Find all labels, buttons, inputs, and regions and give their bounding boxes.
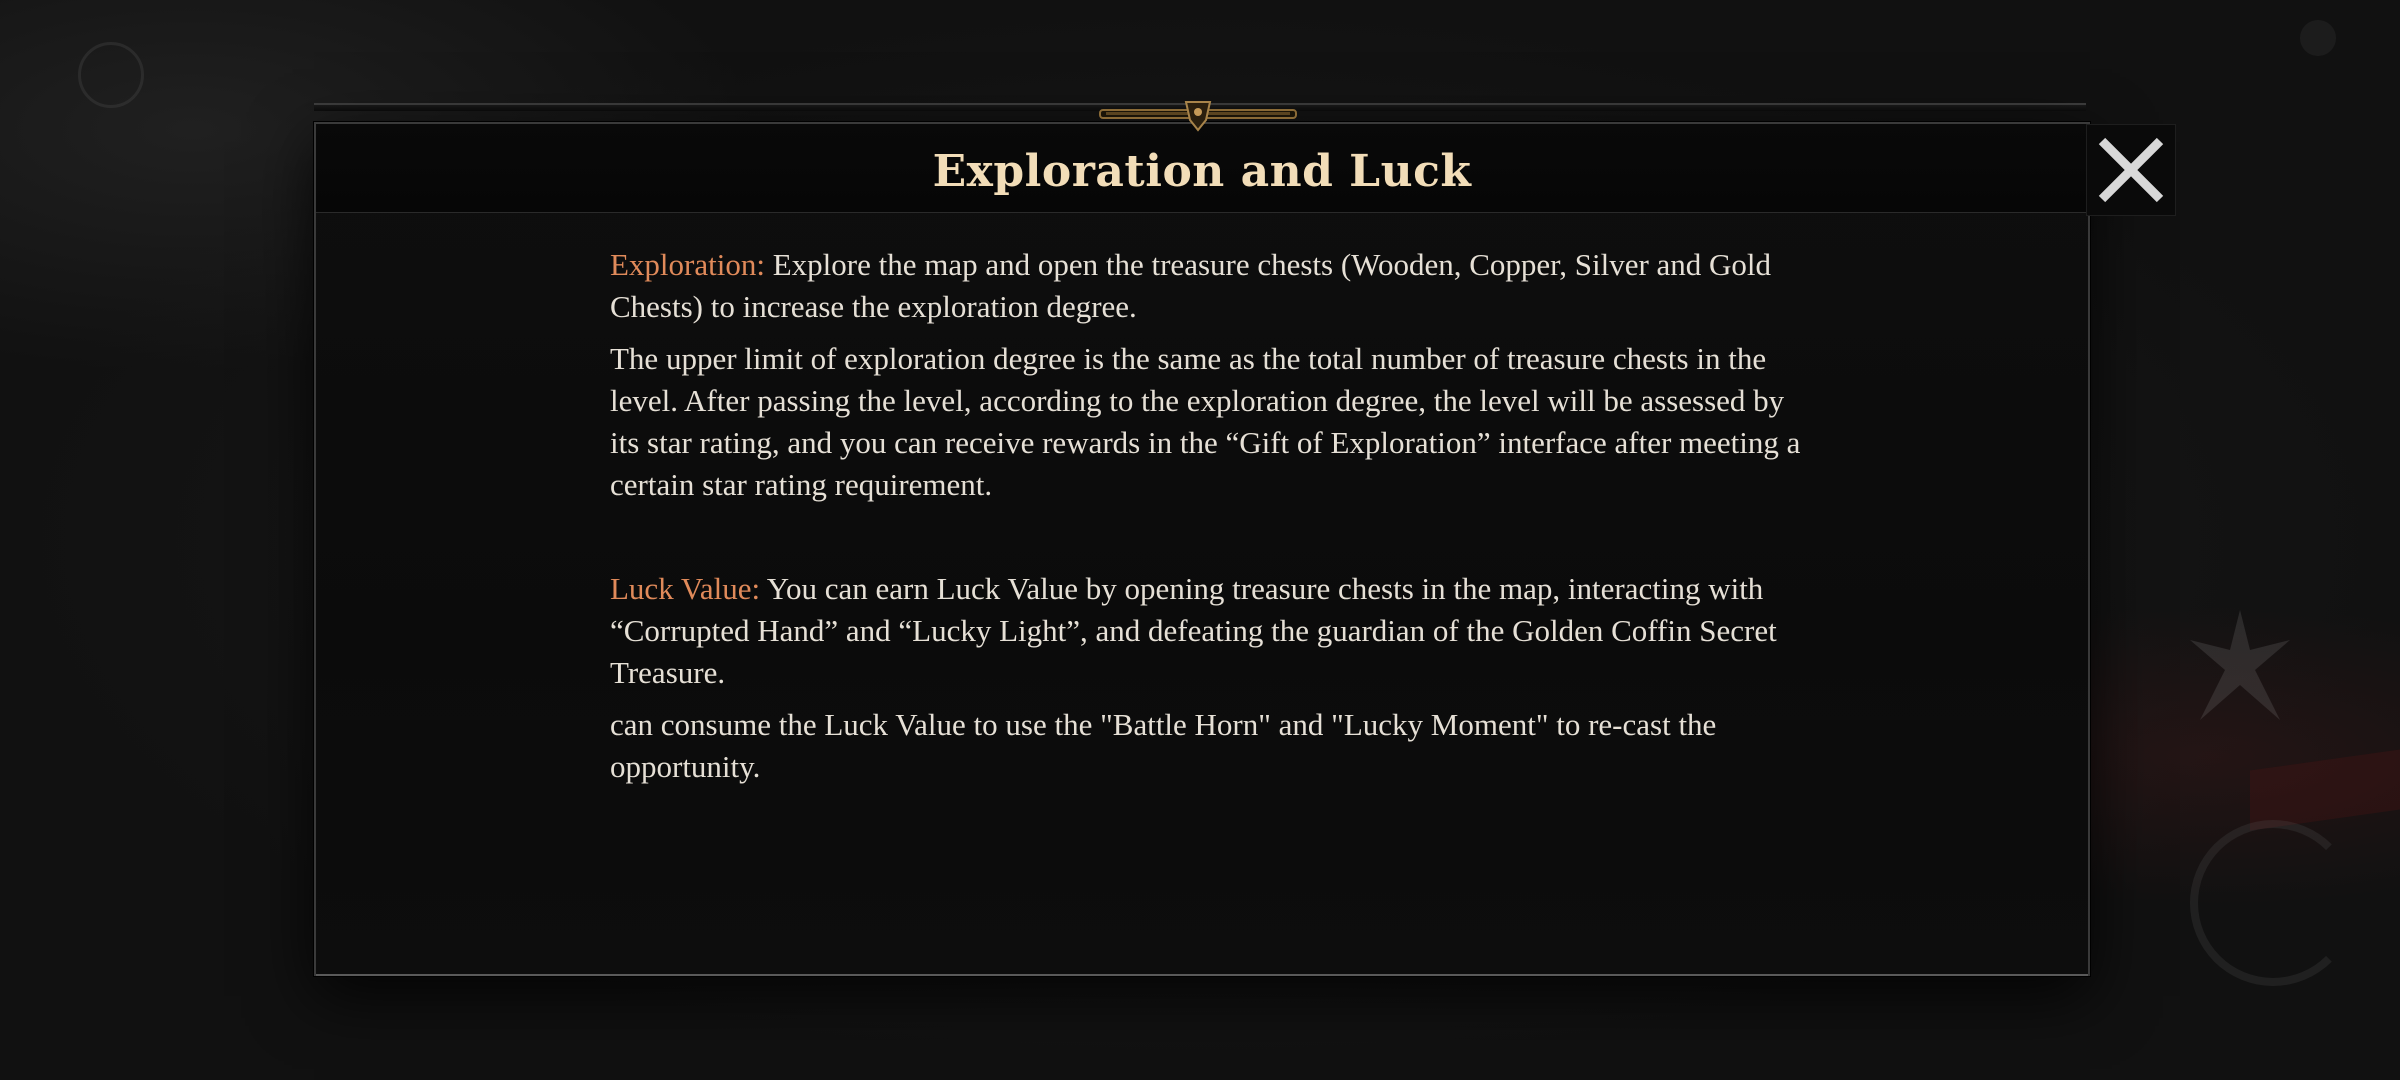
background-figure-icon	[2190, 610, 2290, 720]
background-helmet-icon	[2190, 820, 2356, 986]
dialog-clasp-ornament	[1099, 101, 1297, 132]
luck-label: Luck Value:	[610, 571, 761, 606]
luck-paragraph: Luck Value: You can earn Luck Value by o…	[610, 568, 1820, 694]
exploration-paragraph: Exploration: Explore the map and open th…	[610, 244, 1820, 328]
background-banner	[2250, 749, 2400, 831]
dialog-title: Exploration and Luck	[932, 145, 1472, 197]
info-dialog: Exploration and Luck Exploration: Explor…	[314, 122, 2090, 976]
exploration-text: Explore the map and open the treasure ch…	[610, 247, 1772, 324]
luck-detail-paragraph: can consume the Luck Value to use the "B…	[610, 707, 1717, 784]
dialog-content: Exploration: Explore the map and open th…	[610, 244, 1820, 788]
background-settings-icon	[2300, 20, 2336, 56]
exploration-detail-paragraph: The upper limit of exploration degree is…	[610, 341, 1801, 502]
dialog-header: Exploration and Luck	[316, 124, 2088, 213]
close-button[interactable]	[2086, 124, 2176, 216]
luck-text: You can earn Luck Value by opening treas…	[610, 571, 1777, 690]
exploration-label: Exploration:	[610, 247, 765, 282]
close-icon	[2098, 137, 2164, 203]
background-menu-icon	[78, 42, 144, 108]
